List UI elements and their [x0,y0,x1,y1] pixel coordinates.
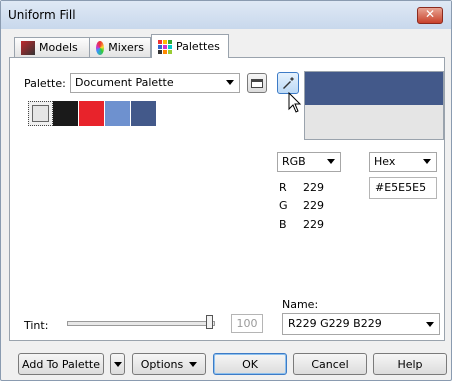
tab-palettes[interactable]: Palettes [151,34,229,58]
add-to-palette-dropdown-button[interactable] [110,353,125,375]
hex-field[interactable]: #E5E5E5 [369,177,437,199]
tab-models[interactable]: Models [14,37,90,57]
value-format-value: Hex [374,155,396,168]
cancel-label: Cancel [311,357,349,371]
tint-slider-track[interactable] [67,321,215,326]
r-value[interactable]: 229 [303,181,324,194]
swatch-inner [32,105,49,122]
mouse-cursor-icon [288,92,302,113]
palette-swatch[interactable] [105,101,130,126]
palette-label: Palette: [24,77,66,90]
mixers-icon [96,40,105,55]
b-label: B [279,218,287,231]
name-select-value: R229 G229 B229 [288,317,382,330]
tab-mixers[interactable]: Mixers [89,37,151,57]
old-color-preview [305,105,443,139]
add-to-palette-label: Add To Palette [22,357,100,371]
name-select[interactable]: R229 G229 B229 [282,313,440,335]
value-format-select[interactable]: Hex [369,152,437,172]
tab-palettes-label: Palettes [176,40,220,53]
options-label: Options [140,357,184,371]
chevron-down-icon [189,361,198,367]
tab-models-label: Models [39,41,78,54]
name-label: Name: [282,298,319,311]
color-model-value: RGB [282,155,306,168]
close-icon: ✕ [425,7,436,21]
chevron-down-icon [226,80,234,85]
color-preview [304,71,444,140]
r-label: R [279,181,287,194]
chevron-down-icon [113,361,122,367]
palette-swatch[interactable] [79,101,104,126]
palette-swatch[interactable] [131,101,156,126]
palette-swatch[interactable] [53,101,78,126]
tab-mixers-label: Mixers [108,41,144,54]
chevron-down-icon [423,159,431,164]
chevron-down-icon [426,322,434,327]
tint-label: Tint: [24,319,49,332]
palette-swatch-selected[interactable] [28,101,53,126]
eyedropper-button[interactable] [277,72,299,94]
tint-value-field[interactable]: 100 [231,314,263,333]
help-button[interactable]: Help [373,353,447,375]
ok-label: OK [242,357,258,371]
add-to-palette-button[interactable]: Add To Palette [18,353,104,375]
chevron-down-icon [327,159,335,164]
g-value[interactable]: 229 [303,199,324,212]
window-title: Uniform Fill [8,8,76,22]
title-bar: Uniform Fill ✕ [1,1,451,29]
b-value[interactable]: 229 [303,218,324,231]
uniform-fill-dialog: Uniform Fill ✕ Models Mixers Palettes Pa… [0,0,452,381]
new-color-preview [305,72,443,105]
open-palette-button[interactable] [247,73,267,93]
ok-button[interactable]: OK [213,353,287,375]
folder-icon [251,78,263,88]
close-button[interactable]: ✕ [417,7,443,24]
eyedropper-icon [283,77,294,89]
palette-select[interactable]: Document Palette [70,73,240,93]
help-label: Help [397,357,423,371]
palette-select-value: Document Palette [75,76,174,89]
palettes-icon [158,39,172,54]
models-icon [21,40,35,55]
color-model-select[interactable]: RGB [277,152,341,172]
g-label: G [279,199,288,212]
cancel-button[interactable]: Cancel [293,353,367,375]
options-button[interactable]: Options [132,353,206,375]
tint-slider-thumb[interactable] [206,315,213,329]
